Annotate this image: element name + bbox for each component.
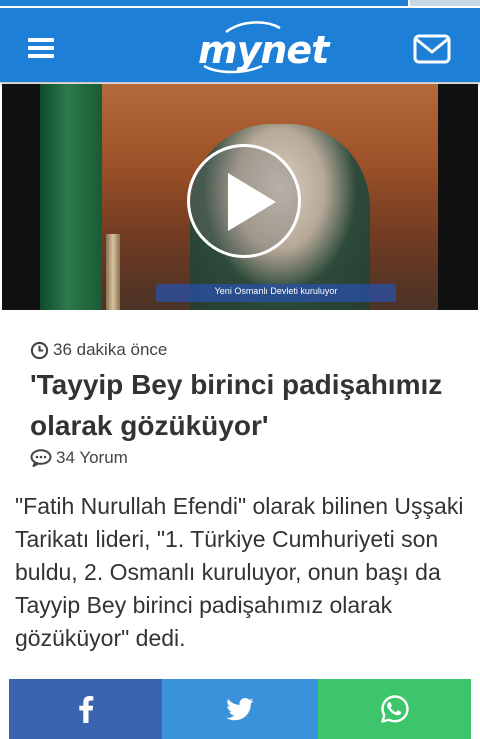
menu-button[interactable] [28,36,56,58]
mail-button[interactable] [413,34,451,64]
comments-link[interactable]: 34 Yorum [30,446,128,470]
flag-image [40,84,102,310]
mynet-logo[interactable]: mynet [196,18,329,74]
whatsapp-icon [380,695,409,723]
video-player[interactable]: Yeni Osmanlı Devleti kuruluyor [2,84,478,310]
comments-count: 34 Yorum [56,448,128,467]
article-summary: "Fatih Nurullah Efendi" olarak bilinen U… [15,493,464,651]
facebook-icon [78,696,93,723]
video-caption-bar: Yeni Osmanlı Devleti kuruluyor [156,284,396,302]
page-progress-fill [0,0,408,6]
logo-text: mynet [198,28,329,72]
video-caption: Yeni Osmanlı Devleti kuruluyor [214,286,338,296]
hamburger-menu-icon [28,38,54,42]
page-progress-remaining [410,0,480,6]
clock-icon [30,341,49,359]
lamp-image [106,234,120,310]
top-header: mynet [0,8,480,82]
share-twitter-button[interactable] [162,679,318,739]
play-button[interactable] [187,144,301,258]
page-progress-bar [0,0,480,8]
comment-bubble-icon [30,449,52,467]
publish-time: 36 dakika önce [30,338,167,362]
share-facebook-button[interactable] [9,679,162,739]
twitter-icon [226,697,254,720]
share-whatsapp-button[interactable] [318,679,471,739]
share-bar [9,679,471,739]
mail-icon [413,34,451,64]
article-headline: 'Tayyip Bey birinci padişahımız olarak g… [30,369,443,441]
time-ago-text: 36 dakika önce [53,340,168,359]
play-icon [228,173,276,231]
